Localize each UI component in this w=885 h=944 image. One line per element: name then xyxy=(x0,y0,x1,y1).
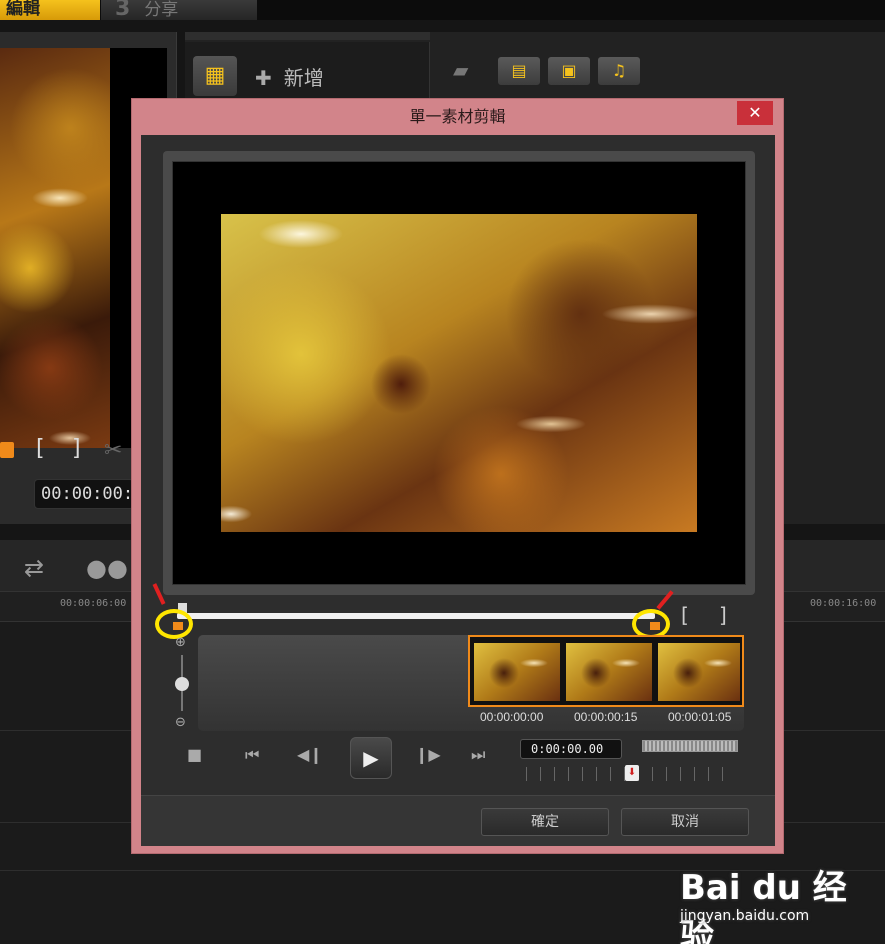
shuttle-knob[interactable]: ⬇ xyxy=(625,765,639,781)
frame-thumbnail[interactable] xyxy=(658,643,740,701)
close-icon[interactable]: ✕ xyxy=(737,101,773,125)
ok-button[interactable]: 確定 xyxy=(481,808,609,836)
watermark-logo: Bai du 经验 xyxy=(680,868,847,944)
library-grip xyxy=(185,32,430,40)
add-folder-button[interactable]: ✚ 新增 xyxy=(255,62,324,91)
add-folder-label: 新增 xyxy=(283,66,324,90)
cancel-button[interactable]: 取消 xyxy=(621,808,749,836)
preview-frame xyxy=(163,151,755,595)
watermark-url: jingyan.baidu.com xyxy=(680,908,810,924)
dialog-footer: 確定 取消 xyxy=(141,795,775,846)
single-clip-trim-dialog: 單一素材剪輯 ✕ [ ] ⊕ ⊖ 00:00:00:00 00:00:00:15… xyxy=(131,98,784,854)
tab-share-number: 3 xyxy=(115,0,131,21)
frame-thumbnails xyxy=(468,635,744,707)
zoom-in-icon[interactable]: ⊕ xyxy=(175,635,186,650)
video-editor-window: 編輯 3 分享 [ ] ✂ 00:00:00:0 ▦ ✚ 新增 ▰ ▤ ▣ ♫ ⇄ … xyxy=(0,0,885,944)
next-frame-icon[interactable]: ❙▶ xyxy=(415,745,441,764)
mark-in-button[interactable]: [ xyxy=(681,603,689,627)
transition-icon[interactable]: ⇄ xyxy=(24,554,44,582)
jog-wheel[interactable] xyxy=(642,740,738,752)
frame-thumbnail[interactable] xyxy=(474,643,560,701)
stop-icon[interactable]: ■ xyxy=(187,745,202,764)
baidu-watermark: Bai du 经验 jingyan.baidu.com xyxy=(680,860,880,944)
media-library-icon[interactable]: ▦ xyxy=(193,56,237,96)
tab-share[interactable]: 3 分享 xyxy=(101,0,257,20)
video-filter-icon[interactable]: ▤ xyxy=(497,56,541,86)
trim-scrubber-bar[interactable] xyxy=(177,613,655,619)
player-preview xyxy=(0,48,110,448)
scissors-icon[interactable]: ✂ xyxy=(104,438,122,463)
step-tabs-bar: 編輯 3 分享 xyxy=(0,0,885,20)
title-overlay-icon[interactable]: ●● xyxy=(86,554,128,582)
preview-screen xyxy=(172,161,746,585)
tab-share-label: 分享 xyxy=(144,0,179,20)
frame-strip[interactable]: 00:00:00:00 00:00:00:15 00:00:01:05 xyxy=(198,635,744,731)
frame-time-label: 00:00:00:15 xyxy=(574,710,638,724)
frame-thumbnail[interactable] xyxy=(566,643,652,701)
player-timecode[interactable]: 00:00:00:0 xyxy=(34,479,134,509)
plus-icon: ✚ xyxy=(255,66,272,90)
tab-edit-label: 編輯 xyxy=(6,0,40,19)
go-to-start-icon[interactable]: ⏮ xyxy=(245,745,259,765)
dialog-body: [ ] ⊕ ⊖ 00:00:00:00 00:00:00:15 00:00:01… xyxy=(141,135,775,846)
frame-time-label: 00:00:01:05 xyxy=(668,710,732,724)
play-icon[interactable]: ▶ xyxy=(350,737,392,779)
dialog-title: 單一素材剪輯 xyxy=(409,107,506,126)
timecode-field[interactable]: 0:00:00.00 xyxy=(520,739,622,759)
zoom-slider-knob[interactable] xyxy=(175,677,189,691)
player-mark-out-button[interactable]: ] xyxy=(72,436,81,461)
zoom-out-icon[interactable]: ⊖ xyxy=(175,715,186,730)
zoom-control: ⊕ ⊖ xyxy=(175,635,189,731)
ruler-time-label: 00:00:16:00 xyxy=(810,598,877,609)
preview-video xyxy=(221,214,697,532)
player-mark-in-button[interactable]: [ xyxy=(36,436,45,461)
photo-filter-icon[interactable]: ▣ xyxy=(547,56,591,86)
folder-icon[interactable]: ▰ xyxy=(453,58,479,82)
tab-edit[interactable]: 編輯 xyxy=(0,0,100,20)
mark-out-button[interactable]: ] xyxy=(719,603,727,627)
music-filter-icon[interactable]: ♫ xyxy=(597,56,641,86)
player-marker-icon[interactable] xyxy=(0,442,14,458)
frame-time-label: 00:00:00:00 xyxy=(480,710,544,724)
previous-frame-icon[interactable]: ◀❙ xyxy=(297,745,323,764)
ruler-time-label: 00:00:06:00 xyxy=(60,598,127,609)
go-to-end-icon[interactable]: ⏭ xyxy=(471,745,485,765)
